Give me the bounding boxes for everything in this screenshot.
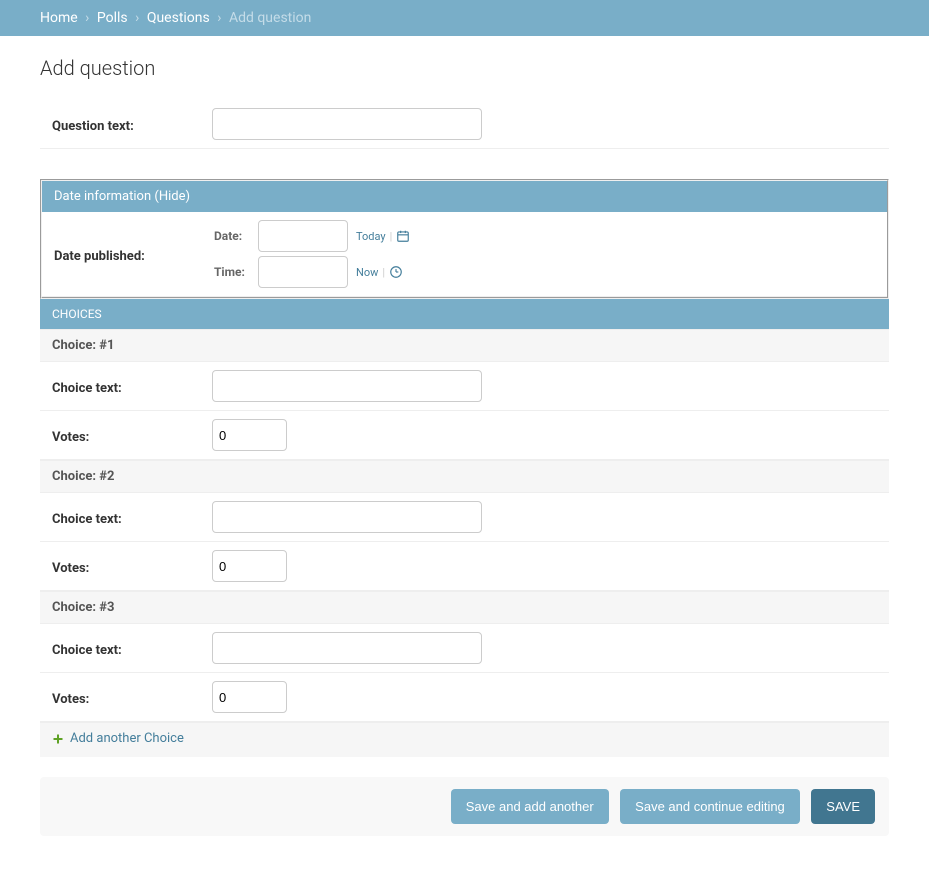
choice-text-label-3: Choice text: [52,639,212,658]
date-input[interactable] [258,220,348,252]
breadcrumb-sep: › [85,10,89,26]
date-sub-label: Date: [214,229,250,243]
votes-input-2[interactable] [212,550,287,582]
question-text-input[interactable] [212,108,482,140]
page-title: Add question [40,56,889,80]
save-continue-button[interactable] [620,789,800,824]
date-published-label: Date published: [54,245,214,264]
calendar-icon[interactable] [396,229,410,243]
breadcrumb-home[interactable]: Home [40,10,78,26]
submit-row: SAVE [40,777,889,836]
choice-text-label-2: Choice text: [52,508,212,527]
choices-module: CHOICES Choice: #1 Choice text: Votes: C… [40,299,889,757]
breadcrumb-current: Add question [229,10,311,26]
breadcrumb-model[interactable]: Questions [147,10,210,26]
now-link[interactable]: Now [356,266,378,279]
choice-heading-1: Choice: #1 [40,329,889,362]
today-link[interactable]: Today [356,230,386,243]
date-information-fieldset: Date information (Hide) Date published: … [40,179,889,299]
time-sub-label: Time: [214,265,250,279]
choice-heading-2: Choice: #2 [40,460,889,493]
breadcrumb-sep: › [217,10,221,26]
choice-text-input-2[interactable] [212,501,482,533]
votes-label-1: Votes: [52,426,212,445]
date-section-toggle[interactable]: (Hide) [154,189,190,204]
question-text-label: Question text: [52,115,212,134]
add-another-choice[interactable]: Add another Choice [52,731,184,746]
time-input[interactable] [258,256,348,288]
votes-label-2: Votes: [52,557,212,576]
votes-input-1[interactable] [212,419,287,451]
breadcrumb-sep: › [135,10,139,26]
choice-text-label-1: Choice text: [52,377,212,396]
choice-heading-3: Choice: #3 [40,591,889,624]
votes-label-3: Votes: [52,688,212,707]
question-module: Question text: [40,100,889,149]
choices-header: CHOICES [40,299,889,329]
breadcrumbs: Home › Polls › Questions › Add question [0,0,929,36]
votes-input-3[interactable] [212,681,287,713]
date-section-title: Date information [54,189,151,204]
save-button[interactable]: SAVE [811,789,875,824]
plus-icon [52,733,64,745]
choice-text-input-3[interactable] [212,632,482,664]
save-add-another-button[interactable] [451,789,609,824]
clock-icon[interactable] [389,265,403,279]
choice-text-input-1[interactable] [212,370,482,402]
breadcrumb-app[interactable]: Polls [97,10,128,26]
